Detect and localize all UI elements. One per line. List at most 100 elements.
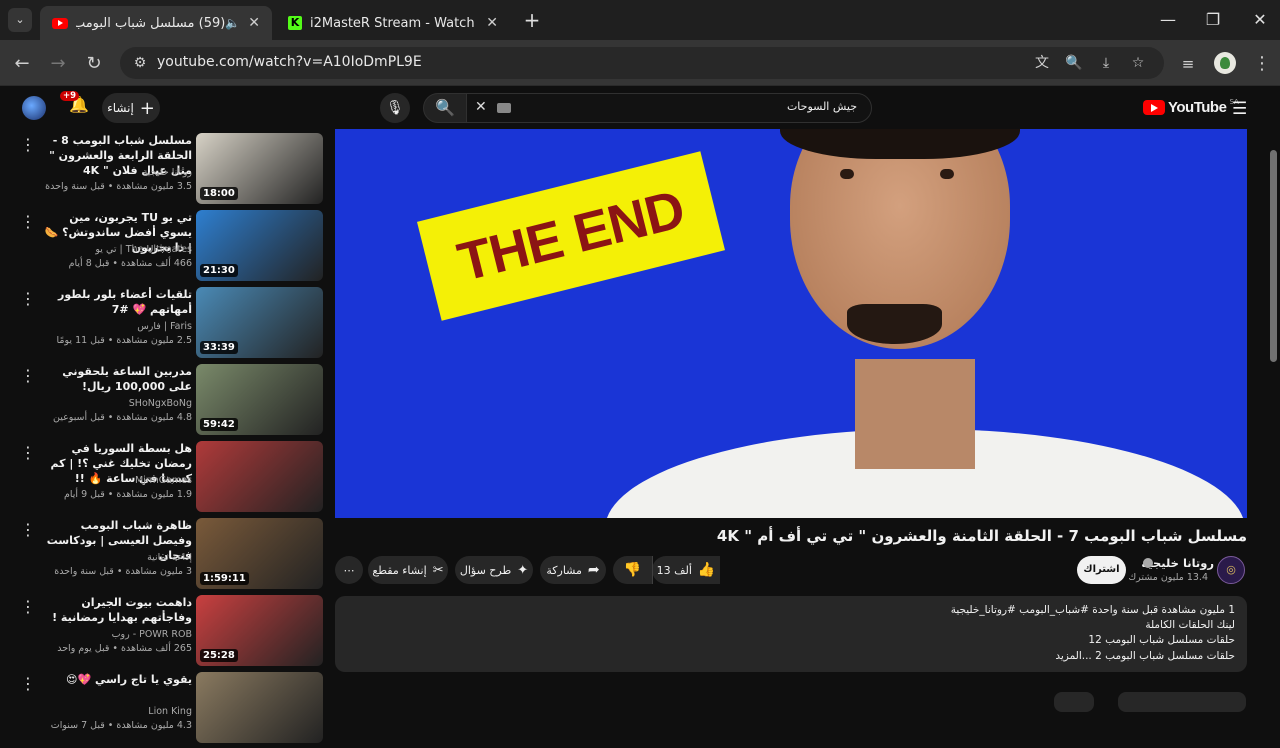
recommendation-channel[interactable]: إذاعة ثمانية (42, 552, 192, 563)
like-count: 13 ألف (656, 563, 692, 577)
recommendation-title[interactable]: يقوي يا تاج راسي 💖😍 (42, 672, 192, 687)
minimize-icon[interactable]: — (1156, 8, 1180, 32)
search-icon: 🔍 (435, 98, 455, 117)
clear-search-icon[interactable]: ✕ (475, 99, 487, 115)
more-horizontal-icon: ⋯ (343, 563, 355, 577)
voice-search-button[interactable]: 🎙 (380, 93, 410, 123)
more-options-icon[interactable]: ⋮ (20, 289, 36, 308)
more-options-icon[interactable]: ⋮ (20, 443, 36, 462)
placeholder-chip (1118, 692, 1246, 712)
new-tab-button[interactable]: + (520, 8, 544, 32)
tab-title: (59) مسلسل شباب البومب 7 (76, 15, 226, 31)
more-options-icon[interactable]: ⋮ (20, 597, 36, 616)
bookmark-star-icon[interactable]: ☆ (1128, 53, 1148, 73)
duration-badge: 21:30 (200, 264, 238, 277)
share-button[interactable]: مشاركة ➦ (540, 556, 606, 584)
forward-icon[interactable]: → (46, 52, 70, 76)
recommendation-item[interactable]: هل بسطة السوريا في رمضان تخليك غني ؟! | … (0, 441, 330, 517)
plus-icon: + (139, 97, 155, 119)
recommendation-title[interactable]: مدربين الساعة يلحقوني على 100,000 ريال! (42, 364, 192, 394)
page-scrollbar[interactable] (1270, 150, 1277, 362)
clip-label: إنشاء مقطع (372, 563, 427, 577)
recommendation-item[interactable]: 18:00 مسلسل شباب البومب 8 - الحلقة الرابع… (0, 133, 330, 209)
restore-icon[interactable]: ❐ (1201, 8, 1225, 32)
guide-menu-icon[interactable]: ☰ (1232, 99, 1247, 119)
speaker-icon[interactable]: 🔈 (225, 16, 240, 30)
sparkle-icon: ✦ (517, 562, 529, 578)
url-text: youtube.com/watch?v=A10IoDmPL9E (157, 54, 422, 70)
recommendation-channel[interactable]: SHoNgxBoNg (42, 398, 192, 409)
translate-icon[interactable]: 文 (1032, 53, 1052, 73)
recommendation-meta: 466 ألف مشاهدة • قبل 8 أيام (68, 258, 192, 269)
search-query-text: جيش السوحات (786, 100, 857, 113)
kick-favicon-icon: K (288, 16, 302, 30)
video-thumbnail[interactable] (196, 672, 323, 743)
recommendation-channel[interactable]: The Ultimates | تي يو (42, 244, 192, 255)
recommendation-meta: 4.3 مليون مشاهدة • قبل 7 سنوات (50, 720, 192, 731)
recommendation-title[interactable]: تلقيات أعضاء بلور بلطور أمهاتهم 💖 #7 (42, 287, 192, 317)
tab-search-button[interactable]: ⌄ (8, 8, 32, 32)
tab-stream[interactable]: K i2MasteR Stream - Watch Live c ✕ (276, 6, 510, 40)
create-button[interactable]: إنشاء + (102, 93, 160, 123)
browser-menu-icon[interactable]: ⋮ (1250, 52, 1274, 76)
ask-button[interactable]: طرح سؤال ✦ (455, 556, 533, 584)
more-options-icon[interactable]: ⋮ (20, 674, 36, 693)
media-control-icon[interactable]: ≡ (1176, 52, 1200, 76)
recommendation-item[interactable]: 59:42 مدربين الساعة يلحقوني على 100,000 ر… (0, 364, 330, 440)
like-button[interactable]: 13 ألف 👍 (652, 556, 720, 584)
recommendation-title[interactable]: داهمت بيوت الجيران وفاجأتهم بهدايا رمضان… (42, 595, 192, 625)
duration-badge: 59:42 (200, 418, 238, 431)
back-icon[interactable]: ← (10, 52, 34, 76)
create-label: إنشاء (107, 101, 134, 115)
zoom-icon[interactable]: 🔍 (1064, 53, 1084, 73)
more-actions-button[interactable]: ⋯ (335, 556, 363, 584)
share-icon: ➦ (587, 562, 600, 578)
profile-avatar[interactable] (1214, 52, 1236, 74)
description-box[interactable]: 1 مليون مشاهدة قبل سنة واحدة #شباب_البوم… (335, 596, 1247, 672)
video-player[interactable] (335, 129, 1247, 518)
search-input[interactable]: ✕ جيش السوحات (466, 93, 872, 123)
recommendation-item[interactable]: يقوي يا تاج راسي 💖😍 Lion King 4.3 مليون مش… (0, 672, 330, 748)
keyboard-icon[interactable] (497, 103, 511, 113)
more-options-icon[interactable]: ⋮ (20, 366, 36, 385)
video-thumbnail[interactable] (196, 441, 323, 512)
recommendation-item[interactable]: 1:59:11 ظاهرة شباب البومب وفيصل العيسى | … (0, 518, 330, 594)
recommendation-item[interactable]: 21:30 تي يو TU يجربون، مين يسوي أفضل ساند… (0, 210, 330, 286)
recommendation-channel[interactable]: Faris | فارس (42, 321, 192, 332)
clip-button[interactable]: إنشاء مقطع ✂ (368, 556, 448, 584)
address-bar[interactable]: ⚙ youtube.com/watch?v=A10IoDmPL9E 文 🔍 ⤓ … (120, 47, 1164, 79)
recommendation-meta: 265 ألف مشاهدة • قبل يوم واحد (57, 643, 192, 654)
ask-label: طرح سؤال (459, 563, 512, 577)
tab-close-icon[interactable]: ✕ (486, 15, 498, 31)
reload-icon[interactable]: ↻ (82, 52, 106, 76)
more-options-icon[interactable]: ⋮ (20, 212, 36, 231)
more-options-icon[interactable]: ⋮ (20, 135, 36, 154)
recommendation-channel[interactable]: POWR ROB - روب (42, 629, 192, 640)
description-line: لينك الحلقات الكاملة (1145, 619, 1235, 631)
site-info-icon[interactable]: ⚙ (130, 53, 150, 73)
duration-badge: 18:00 (200, 187, 238, 200)
placeholder-chip (1054, 692, 1094, 712)
subscribe-button[interactable]: اشتراك (1077, 556, 1126, 584)
recommendation-meta: 3.5 مليون مشاهدة • قبل سنة واحدة (45, 181, 192, 192)
more-options-icon[interactable]: ⋮ (20, 520, 36, 539)
recommendation-item[interactable]: 33:39 تلقيات أعضاء بلور بلطور أمهاتهم 💖 #… (0, 287, 330, 363)
duration-badge: 33:39 (200, 341, 238, 354)
install-app-icon[interactable]: ⤓ (1096, 53, 1116, 73)
recommendation-channel[interactable]: Lion King (42, 706, 192, 717)
search-button[interactable]: 🔍 (423, 93, 467, 123)
recommendation-channel[interactable]: روتانا خليجية (42, 167, 192, 178)
channel-avatar[interactable]: ◎ (1217, 556, 1245, 584)
video-title: مسلسل شباب البومب 7 - الحلقة الثامنة وال… (716, 527, 1247, 545)
recommendation-channel[interactable]: MjrmGames (42, 475, 192, 486)
close-window-icon[interactable]: ✕ (1248, 8, 1272, 32)
tab-close-icon[interactable]: ✕ (248, 15, 260, 31)
recommendation-item[interactable]: 25:28 داهمت بيوت الجيران وفاجأتهم بهدايا … (0, 595, 330, 671)
duration-badge: 25:28 (200, 649, 238, 662)
user-avatar[interactable] (22, 96, 46, 120)
dislike-button[interactable]: 👎 (613, 556, 653, 584)
tab-youtube[interactable]: (59) مسلسل شباب البومب 7 🔈 ✕ (40, 6, 272, 40)
youtube-logo[interactable]: YouTube SA (1143, 98, 1239, 116)
subscribe-label: اشتراك (1083, 564, 1120, 575)
youtube-play-icon (1143, 100, 1165, 115)
